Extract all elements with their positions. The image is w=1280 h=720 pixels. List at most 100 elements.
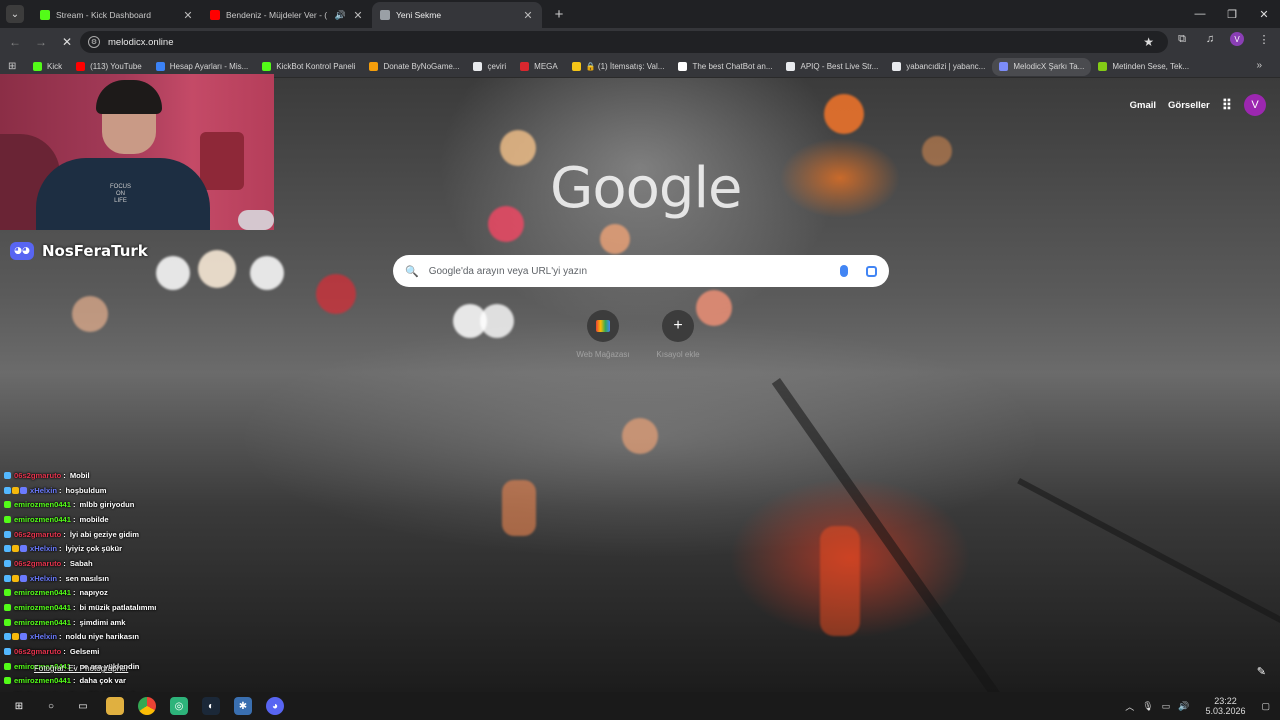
tab-audio-icon[interactable]: 🔊 (335, 10, 346, 21)
chat-text: Mobil (69, 470, 90, 480)
windows-start-icon[interactable]: ⊞ (10, 697, 28, 715)
bookmark-star-icon[interactable]: ★ (1143, 35, 1154, 49)
gmail-link[interactable]: Gmail (1130, 100, 1156, 111)
tab-close-icon[interactable]: ✕ (352, 9, 364, 22)
discord-taskbar-icon[interactable]: ◕ (266, 697, 284, 715)
tab-title: Bendeniz - Müjdeler Ver - ( (226, 10, 328, 20)
chat-separator: : (59, 485, 62, 495)
media-control-icon[interactable]: ♫ (1202, 33, 1218, 45)
close-window-icon[interactable]: ✕ (1248, 0, 1280, 28)
chrome-taskbar-icon[interactable] (138, 697, 156, 715)
bokeh-light (600, 224, 630, 254)
microphone-icon[interactable]: 🎙 (1142, 701, 1153, 712)
obs-app-icon[interactable]: ◎ (170, 697, 188, 715)
customize-pencil-icon[interactable]: ✎ (1257, 665, 1266, 678)
network-icon[interactable]: ▭ (1162, 701, 1171, 712)
google-apps-icon[interactable]: ⠿ (1222, 97, 1232, 114)
new-tab-button[interactable]: + (550, 6, 568, 23)
restore-icon[interactable]: ❐ (1216, 0, 1248, 28)
volume-icon[interactable]: 🔊 (1178, 701, 1189, 712)
bokeh-light (72, 296, 108, 332)
apps-grid-icon[interactable]: ⊞ (8, 61, 22, 72)
app-gear-icon[interactable]: ✱ (234, 697, 252, 715)
chat-separator: : (72, 676, 76, 686)
chat-badges (4, 662, 11, 670)
bookmark-favicon-icon (678, 62, 688, 71)
bookmark-label: The best ChatBot an... (692, 62, 773, 71)
chat-badges (4, 515, 11, 523)
tab-3[interactable]: Yeni Sekme ✕ (372, 2, 542, 28)
clock[interactable]: 23:22 5.03.2026 (1205, 696, 1245, 716)
images-link[interactable]: Görseller (1168, 100, 1210, 111)
sub-badge-icon (20, 545, 27, 553)
taskbar-search-icon[interactable]: ○ (42, 697, 60, 715)
bookmark-item[interactable]: Donate ByNoGame... (362, 62, 466, 71)
tab-search-button[interactable]: ⌄ (6, 5, 24, 23)
bookmark-item[interactable]: Kick (26, 62, 69, 71)
chat-username: 06s2gmaruto (14, 558, 62, 568)
chat-message: emirozmen0441: napıyoz (4, 586, 244, 601)
shortcut-add[interactable]: + Kısayol ekle (648, 310, 708, 359)
search-input[interactable] (428, 265, 840, 277)
plus-icon: + (662, 310, 694, 342)
search-icon: 🔍 (405, 265, 419, 278)
chat-text: noldu niye harikasın (65, 632, 139, 642)
tab-close-icon[interactable]: ✕ (182, 9, 194, 22)
mod-badge-icon (4, 559, 11, 567)
address-bar[interactable]: ⚙ melodicx.online ★ (80, 31, 1168, 53)
bookmark-item[interactable]: yabancıdizi | yabanc... (885, 62, 992, 71)
tab-close-icon[interactable]: ✕ (522, 9, 534, 22)
bookmark-item[interactable]: (113) YouTube (69, 62, 149, 71)
minimize-icon[interactable]: — (1184, 0, 1216, 28)
account-avatar[interactable]: V (1244, 94, 1266, 116)
chat-separator: : (72, 603, 76, 613)
bokeh-light (198, 250, 236, 288)
voice-search-icon[interactable] (840, 265, 848, 277)
chat-badges (4, 501, 11, 509)
bookmark-item[interactable]: MEGA (513, 62, 565, 71)
gold-badge-icon (12, 545, 19, 553)
bookmark-list: Kick (113) YouTube Hesap Ayarları - Mis...… (26, 57, 1196, 76)
tab-2[interactable]: Bendeniz - Müjdeler Ver - ( 🔊 ✕ (202, 2, 372, 28)
task-view-icon[interactable]: ▭ (74, 697, 92, 715)
chat-message: 06s2gmaruto: Mobil (4, 468, 244, 483)
photo-credit-link[interactable]: Fotoğraf: Ev Photographer (34, 664, 128, 673)
forward-button[interactable]: → (30, 31, 52, 53)
bokeh-light (622, 418, 658, 454)
chat-badges (4, 574, 27, 582)
back-button[interactable]: ← (4, 31, 26, 53)
kick-badge-icon (4, 604, 11, 612)
site-info-icon[interactable]: ⚙ (88, 36, 100, 48)
tab-1[interactable]: Stream - Kick Dashboard ✕ (32, 2, 202, 28)
profile-avatar[interactable]: V (1230, 32, 1244, 46)
tray-expand-icon[interactable]: ︿ (1125, 700, 1134, 713)
chat-separator: : (63, 558, 66, 568)
chat-message: xHelxin: İyiyiz çok şükür (4, 541, 244, 556)
stop-loading-button[interactable]: ✕ (56, 31, 78, 53)
discord-icon: ◕◕ (10, 242, 34, 260)
bookmark-item[interactable]: APIQ - Best Live Str... (779, 62, 885, 71)
notifications-icon[interactable]: ▢ (1261, 701, 1270, 712)
bookmark-item[interactable]: The best ChatBot an... (671, 62, 779, 71)
lens-search-icon[interactable] (866, 265, 877, 277)
chat-message: emirozmen0441: daha çok var (4, 674, 244, 689)
chrome-menu-icon[interactable]: ⋮ (1256, 33, 1272, 46)
rail-line (771, 378, 1021, 692)
bookmark-item[interactable]: çeviri (466, 62, 513, 71)
bookmark-item[interactable]: Hesap Ayarları - Mis... (149, 62, 256, 71)
bookmark-item[interactable]: KickBot Kontrol Paneli (255, 62, 362, 71)
bookmark-item[interactable]: Metinden Sese, Tek... (1091, 62, 1196, 71)
bookmark-favicon-icon (786, 62, 796, 71)
chat-badges (4, 648, 11, 656)
bookmark-item[interactable]: 🔒 (1) İtemsatış: Val... (565, 62, 672, 71)
search-box[interactable]: 🔍 (393, 255, 889, 287)
more-bookmarks-icon[interactable]: » (1256, 60, 1262, 71)
bookmark-item[interactable]: MelodicX Şarkı Ta... (992, 57, 1092, 76)
extensions-icon[interactable]: ⧉ (1174, 33, 1190, 46)
chat-text: napıyoz (79, 588, 108, 598)
google-top-links: Gmail Görseller ⠿ V (1130, 94, 1266, 116)
chat-username: emirozmen0441 (14, 603, 71, 613)
steam-icon[interactable]: ◐ (202, 697, 220, 715)
file-explorer-icon[interactable] (106, 697, 124, 715)
shortcut-web-store[interactable]: Web Mağazası (573, 310, 633, 359)
